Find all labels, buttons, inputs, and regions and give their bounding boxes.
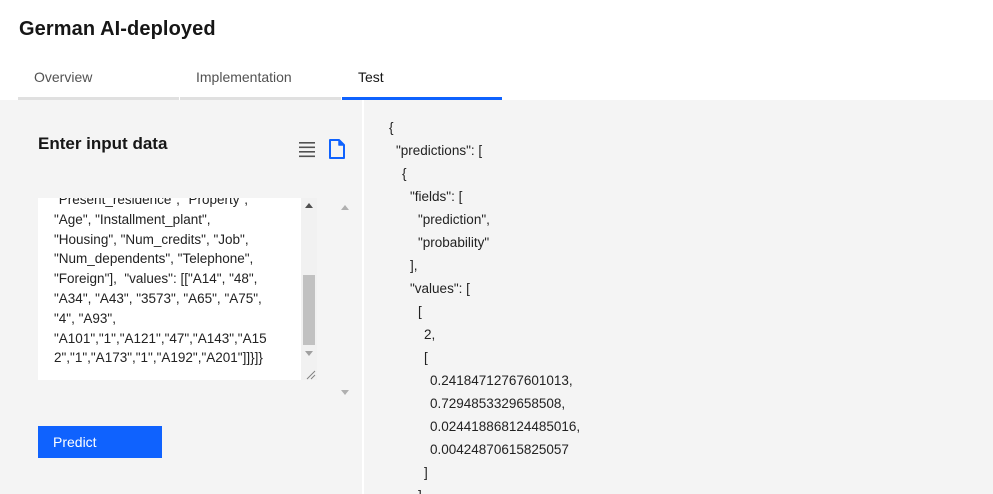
- output-line: [: [418, 304, 422, 319]
- output-line: {: [402, 166, 407, 181]
- output-line: "predictions": [: [396, 143, 483, 158]
- input-panel: Enter input data "Present_residence", "P…: [0, 100, 362, 494]
- output-line: 0.7294853329658508,: [430, 396, 566, 411]
- input-data-textarea[interactable]: "Present_residence", "Property", "Age", …: [38, 198, 317, 380]
- tab-overview[interactable]: Overview: [18, 62, 179, 100]
- output-line: ]: [424, 465, 428, 480]
- output-line: ]: [418, 488, 422, 494]
- list-icon[interactable]: [298, 140, 316, 158]
- textarea-scrollbar[interactable]: [301, 198, 317, 380]
- output-line: 0.24184712767601013,: [430, 373, 573, 388]
- output-line: 2,: [424, 327, 436, 342]
- tab-implementation[interactable]: Implementation: [180, 62, 341, 100]
- output-line: [: [424, 350, 428, 365]
- panel-scroll-down-icon[interactable]: [341, 390, 349, 395]
- input-panel-heading: Enter input data: [38, 134, 168, 153]
- output-line: "fields": [: [410, 189, 463, 204]
- scroll-up-arrow-icon[interactable]: [305, 203, 313, 208]
- resize-grip-icon[interactable]: [304, 367, 316, 380]
- output-line: "probability": [418, 235, 490, 250]
- page: German AI-deployed Overview Implementati…: [0, 0, 993, 494]
- input-data-text: "Present_residence", "Property", "Age", …: [54, 198, 267, 366]
- output-line: "values": [: [410, 281, 470, 296]
- output-line: 0.00424870615825057: [430, 442, 569, 457]
- file-icon[interactable]: [328, 139, 346, 159]
- output-line: "prediction",: [418, 212, 490, 227]
- scroll-down-arrow-icon[interactable]: [305, 351, 313, 356]
- tab-test[interactable]: Test: [342, 62, 502, 100]
- scroll-thumb[interactable]: [303, 275, 315, 345]
- prediction-output-panel: { "predictions": [ { "fields": [ "predic…: [364, 100, 993, 494]
- predict-button[interactable]: Predict: [38, 426, 162, 458]
- output-line: {: [389, 120, 394, 135]
- output-line: 0.024418868124485016,: [430, 419, 581, 434]
- output-line: ],: [410, 258, 418, 273]
- panel-scroll-up-icon[interactable]: [341, 205, 349, 210]
- page-title: German AI-deployed: [19, 18, 216, 40]
